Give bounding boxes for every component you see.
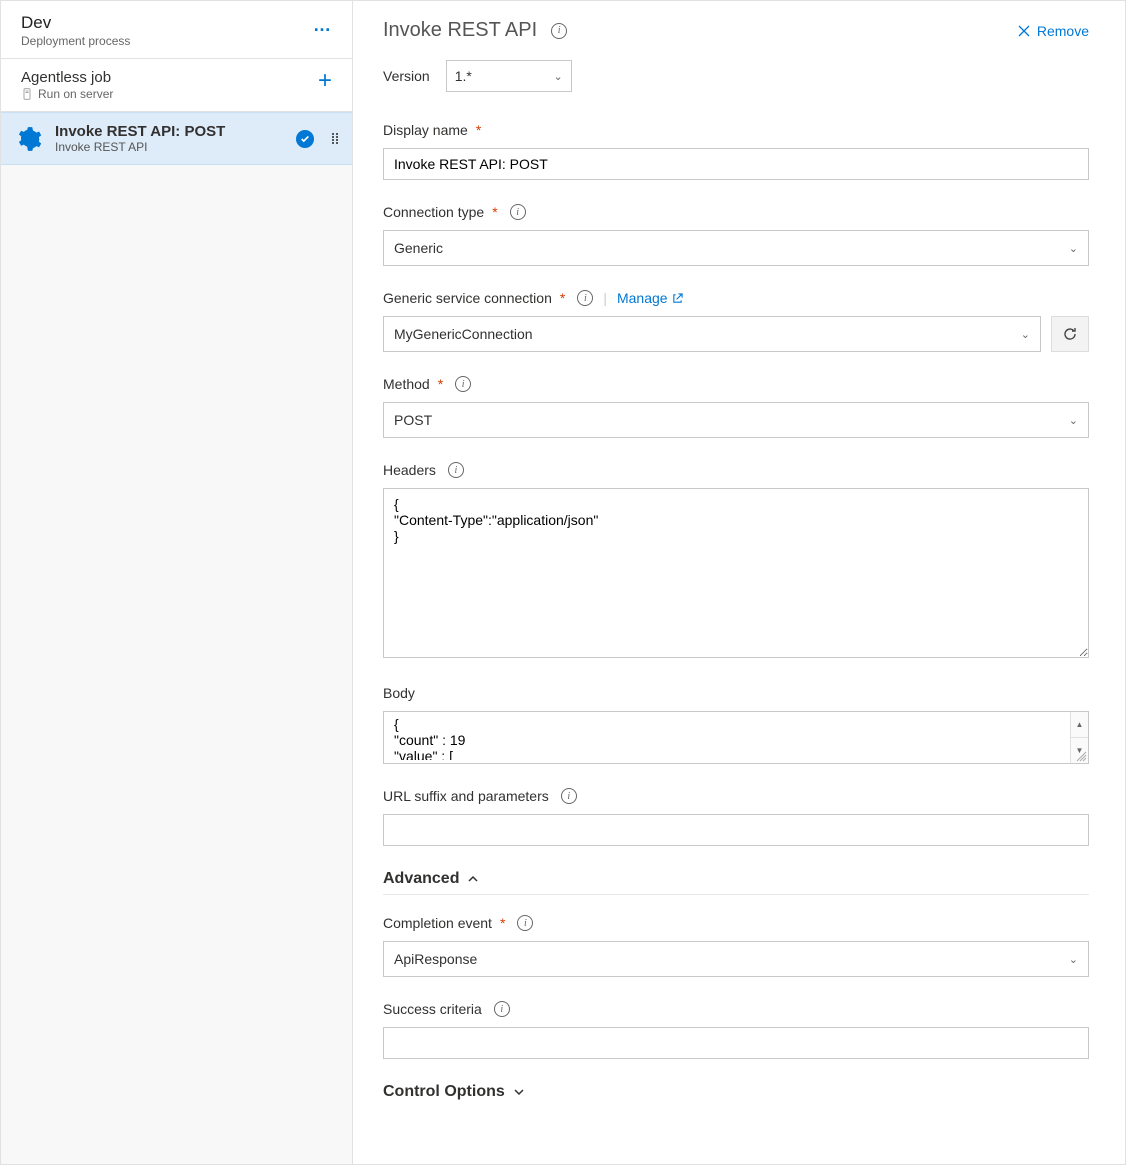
remove-label: Remove bbox=[1037, 23, 1089, 39]
main-panel: Invoke REST API i Remove Version 1.* ⌄ D… bbox=[353, 1, 1125, 1164]
resize-handle-icon[interactable] bbox=[1075, 750, 1087, 762]
service-connection-label: Generic service connection bbox=[383, 290, 552, 306]
body-label: Body bbox=[383, 685, 415, 701]
info-icon[interactable]: i bbox=[510, 204, 526, 220]
info-icon[interactable]: i bbox=[561, 788, 577, 804]
method-label: Method bbox=[383, 376, 430, 392]
task-row-selected[interactable]: Invoke REST API: POST Invoke REST API bbox=[1, 112, 352, 165]
stage-header[interactable]: Dev Deployment process … bbox=[1, 1, 352, 59]
completion-event-label: Completion event bbox=[383, 915, 492, 931]
connection-type-value: Generic bbox=[394, 240, 443, 256]
task-subtitle: Invoke REST API bbox=[55, 140, 284, 154]
info-icon[interactable]: i bbox=[577, 290, 593, 306]
info-icon[interactable]: i bbox=[517, 915, 533, 931]
chevron-down-icon: ⌄ bbox=[553, 70, 562, 83]
chevron-up-icon bbox=[467, 873, 479, 885]
completion-event-value: ApiResponse bbox=[394, 951, 477, 967]
task-enabled-icon bbox=[296, 130, 314, 148]
method-select[interactable]: POST ⌄ bbox=[383, 402, 1089, 438]
stage-subtitle: Deployment process bbox=[21, 34, 130, 48]
chevron-down-icon: ⌄ bbox=[1069, 953, 1078, 966]
control-options-section-toggle[interactable]: Control Options bbox=[383, 1083, 1089, 1107]
external-link-icon bbox=[672, 293, 683, 304]
gear-icon bbox=[15, 125, 43, 153]
required-marker: * bbox=[476, 122, 481, 138]
page-title: Invoke REST API bbox=[383, 19, 537, 42]
service-connection-value: MyGenericConnection bbox=[394, 326, 533, 342]
scroll-up-icon[interactable]: ▲ bbox=[1071, 712, 1088, 737]
manage-link[interactable]: Manage bbox=[617, 290, 683, 306]
completion-event-select[interactable]: ApiResponse ⌄ bbox=[383, 941, 1089, 977]
required-marker: * bbox=[492, 204, 497, 220]
headers-label: Headers bbox=[383, 462, 436, 478]
control-options-label: Control Options bbox=[383, 1083, 505, 1101]
info-icon[interactable]: i bbox=[494, 1001, 510, 1017]
url-suffix-input[interactable] bbox=[383, 814, 1089, 846]
add-task-icon[interactable]: + bbox=[314, 69, 336, 93]
sidebar: Dev Deployment process … Agentless job R… bbox=[1, 1, 353, 1164]
display-name-label: Display name bbox=[383, 122, 468, 138]
version-select[interactable]: 1.* ⌄ bbox=[446, 60, 572, 92]
job-header[interactable]: Agentless job Run on server + bbox=[1, 59, 352, 112]
job-title: Agentless job bbox=[21, 69, 113, 86]
info-icon[interactable]: i bbox=[551, 23, 567, 39]
service-connection-select[interactable]: MyGenericConnection ⌄ bbox=[383, 316, 1041, 352]
required-marker: * bbox=[500, 915, 505, 931]
url-suffix-label: URL suffix and parameters bbox=[383, 788, 549, 804]
close-icon bbox=[1017, 24, 1031, 38]
refresh-icon bbox=[1062, 326, 1078, 342]
manage-label: Manage bbox=[617, 290, 668, 306]
body-textarea[interactable] bbox=[384, 712, 1068, 760]
required-marker: * bbox=[560, 290, 565, 306]
chevron-down-icon: ⌄ bbox=[1069, 242, 1078, 255]
version-value: 1.* bbox=[455, 68, 472, 84]
app-root: Dev Deployment process … Agentless job R… bbox=[0, 0, 1126, 1165]
version-label: Version bbox=[383, 68, 430, 84]
connection-type-select[interactable]: Generic ⌄ bbox=[383, 230, 1089, 266]
server-icon bbox=[21, 88, 33, 100]
stage-title: Dev bbox=[21, 13, 130, 33]
success-criteria-input[interactable] bbox=[383, 1027, 1089, 1059]
refresh-button[interactable] bbox=[1051, 316, 1089, 352]
drag-handle-icon[interactable] bbox=[330, 133, 340, 144]
separator: | bbox=[603, 290, 607, 306]
required-marker: * bbox=[438, 376, 443, 392]
chevron-down-icon: ⌄ bbox=[1021, 328, 1030, 341]
advanced-label: Advanced bbox=[383, 870, 459, 888]
connection-type-label: Connection type bbox=[383, 204, 484, 220]
headers-textarea[interactable] bbox=[383, 488, 1089, 658]
chevron-down-icon bbox=[513, 1086, 525, 1098]
stage-more-icon[interactable]: … bbox=[309, 13, 336, 38]
info-icon[interactable]: i bbox=[448, 462, 464, 478]
remove-button[interactable]: Remove bbox=[1017, 23, 1089, 39]
job-subtitle: Run on server bbox=[38, 87, 113, 101]
task-title: Invoke REST API: POST bbox=[55, 123, 284, 140]
advanced-section-toggle[interactable]: Advanced bbox=[383, 870, 1089, 895]
display-name-input[interactable] bbox=[383, 148, 1089, 180]
info-icon[interactable]: i bbox=[455, 376, 471, 392]
chevron-down-icon: ⌄ bbox=[1069, 414, 1078, 427]
method-value: POST bbox=[394, 412, 432, 428]
success-criteria-label: Success criteria bbox=[383, 1001, 482, 1017]
